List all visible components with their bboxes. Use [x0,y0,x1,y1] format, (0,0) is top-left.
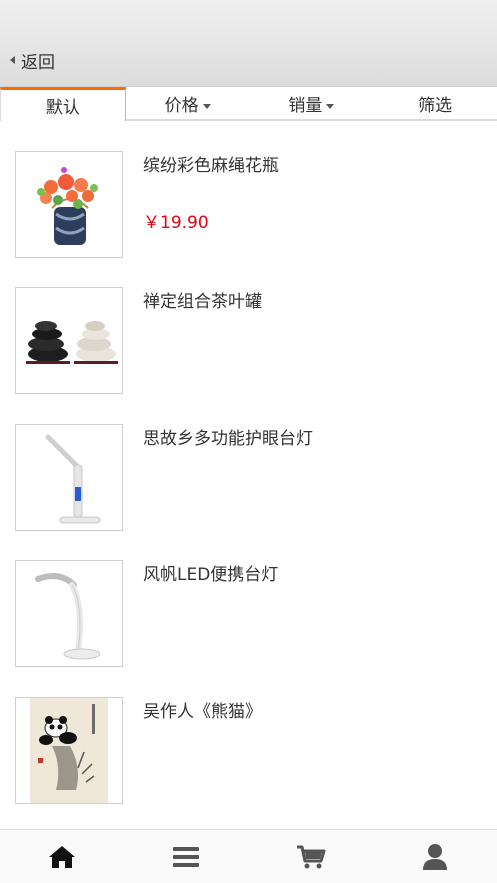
bottom-nav [0,829,497,883]
user-icon [422,843,447,870]
product-title[interactable]: 禅定组合茶叶罐 [143,287,262,312]
nav-menu[interactable] [124,830,248,883]
cart-icon [296,845,326,868]
back-button[interactable]: 返回 [10,49,55,73]
product-title[interactable]: 缤纷彩色麻绳花瓶 [143,151,279,176]
tab-sales[interactable]: 销量 [250,87,374,119]
product-item[interactable]: 思故乡多功能护眼台灯 [0,394,497,531]
product-image-panda-painting[interactable] [15,697,123,804]
tab-label: 价格 [164,95,199,116]
product-image-flower-vase[interactable] [15,151,123,258]
caret-down-icon [326,103,335,109]
product-title[interactable]: 思故乡多功能护眼台灯 [143,424,313,449]
tab-label: 默认 [45,98,80,118]
tab-default[interactable]: 默认 [0,87,126,121]
nav-account[interactable] [373,830,497,883]
top-bar: 返回 [0,0,497,87]
back-arrow-icon [10,56,15,64]
product-item[interactable]: 禅定组合茶叶罐 [0,257,497,394]
product-image-led-lamp[interactable] [15,560,123,667]
product-item[interactable]: 吴作人《熊猫》 [0,667,497,804]
product-image-zen-stones[interactable] [15,287,123,394]
tab-label: 销量 [288,95,323,116]
tab-price[interactable]: 价格 [126,87,250,119]
tab-filter[interactable]: 筛选 [373,87,497,119]
nav-cart[interactable] [249,830,373,883]
product-item[interactable]: 风帆LED便携台灯 [0,530,497,667]
product-title[interactable]: 风帆LED便携台灯 [143,560,278,585]
home-icon [49,845,76,868]
menu-icon [173,846,200,867]
nav-home[interactable] [0,830,124,883]
product-title[interactable]: 吴作人《熊猫》 [143,697,262,722]
product-item[interactable]: 缤纷彩色麻绳花瓶 ￥19.90 [0,121,497,258]
product-price: ￥19.90 [143,213,209,233]
caret-down-icon [202,103,211,109]
tab-label: 筛选 [418,95,453,116]
product-image-desk-lamp[interactable] [15,424,123,531]
back-label: 返回 [21,52,55,73]
sort-tabs: 默认 价格 销量 筛选 [0,87,497,121]
